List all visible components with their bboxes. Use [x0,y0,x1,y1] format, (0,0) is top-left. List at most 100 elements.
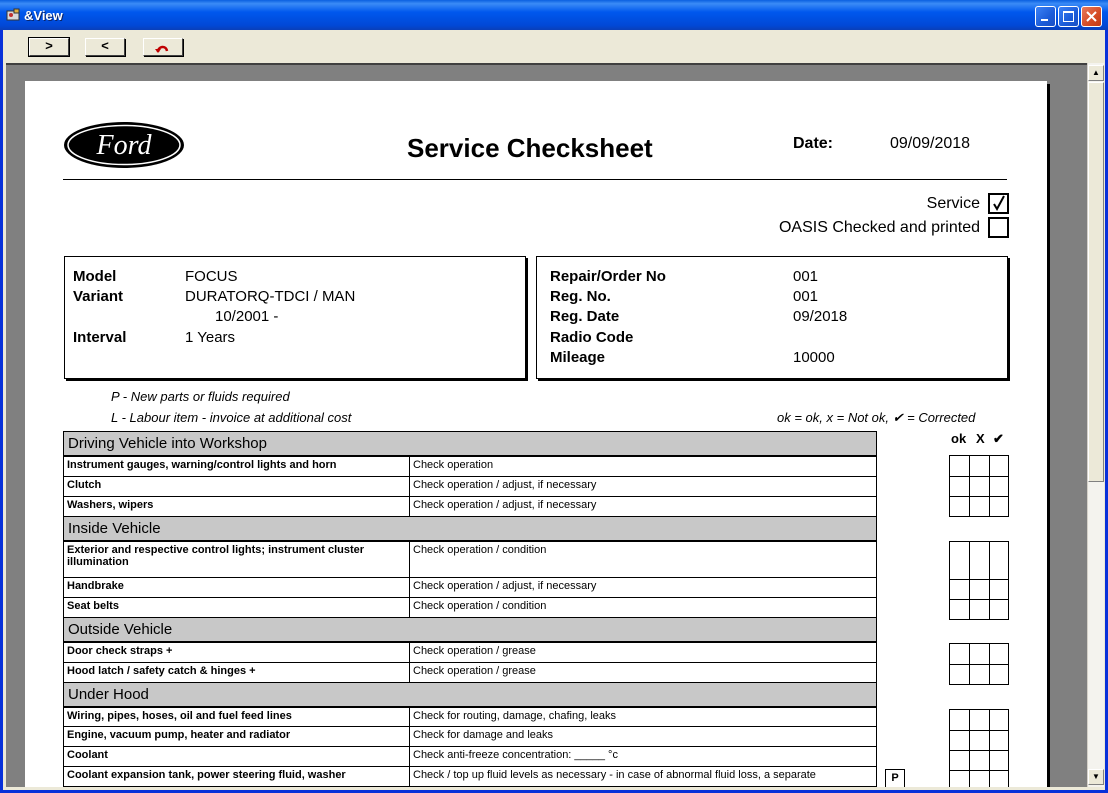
legend-parts: P - New parts or fluids required [111,389,290,404]
table-row: Instrument gauges, warning/control light… [63,455,877,477]
section-header: Under Hood [63,681,877,708]
document-page: Ford Service Checksheet Date: 09/09/2018… [25,81,1047,787]
check-action: Check for damage and leaks [409,726,877,747]
check-item: Instrument gauges, warning/control light… [63,455,410,477]
section-header: Outside Vehicle [63,617,877,643]
scroll-down-button[interactable]: ▼ [1088,769,1104,785]
close-button[interactable] [1081,6,1102,27]
window-title: &View [24,8,63,23]
reg-no-value: 001 [793,288,819,305]
svg-text:Ford: Ford [96,130,153,161]
parts-required-marker: P [885,769,905,787]
vehicle-info-box: Model FOCUS Variant DURATORQ-TDCI / MAN … [64,256,526,379]
repair-order-label: Repair/Order No [550,268,666,285]
previous-page-button[interactable]: < [85,38,125,56]
vertical-scrollbar[interactable]: ▲ ▼ [1087,63,1104,787]
maximize-button[interactable] [1058,6,1079,27]
check-item: Coolant expansion tank, power steering f… [63,766,410,787]
order-info-box: Repair/Order No 001 Reg. No. 001 Reg. Da… [536,256,1008,379]
table-row: Door check straps + Check operation / gre… [63,641,877,663]
variant-label: Variant [73,288,124,305]
legend-status: ok = ok, x = Not ok, ✔ = Corrected [777,410,976,425]
reg-date-label: Reg. Date [550,308,620,325]
app-window: &View > < Ford Service Checksheet Date: … [0,0,1108,793]
section-title: Under Hood [63,681,877,708]
document-title: Service Checksheet [407,133,653,163]
service-checkbox-row: Service [927,193,1009,214]
check-item: Door check straps + [63,641,410,663]
radio-code-label: Radio Code [550,329,634,346]
service-checkbox[interactable] [988,193,1009,214]
table-row: Coolant Check anti-freeze concentration: … [63,746,877,767]
check-item: Hood latch / safety catch & hinges + [63,661,410,683]
section-title: Inside Vehicle [63,515,877,542]
check-item: Washers, wipers [63,495,410,517]
interval-label: Interval [73,329,127,346]
header-divider [63,179,1007,180]
variant-value: DURATORQ-TDCI / MAN [185,288,356,305]
scroll-up-button[interactable]: ▲ [1088,65,1104,81]
oasis-label: OASIS Checked and printed [778,218,980,236]
variant-date: 10/2001 - [215,308,279,325]
check-action: Check anti-freeze concentration: _____ °… [409,746,877,767]
date-value: 09/09/2018 [890,135,971,152]
check-action: Check operation / condition [409,540,877,578]
check-action: Check operation / adjust, if necessary [409,577,877,598]
scroll-thumb[interactable] [1088,82,1104,482]
check-action: Check operation / adjust, if necessary [409,495,877,517]
mileage-value: 10000 [793,349,835,366]
check-action: Check / top up fluid levels as necessary… [409,766,877,787]
check-action: Check operation / grease [409,641,877,663]
title-bar[interactable]: &View [0,0,1108,30]
check-action: Check operation [409,455,877,477]
next-page-button[interactable]: > [28,37,70,57]
legend-labour: L - Labour item - invoice at additional … [111,410,352,425]
app-icon [6,8,20,21]
section-header: Driving Vehicle into Workshop [63,431,877,457]
check-item: Clutch [63,475,410,497]
check-grid[interactable] [949,643,1009,685]
checklist-table: Driving Vehicle into Workshop Instrument… [63,431,877,787]
check-action: Check for routing, damage, chafing, leak… [409,706,877,727]
section-title: Outside Vehicle [63,617,877,643]
undo-button[interactable] [143,38,183,56]
oasis-checkbox-row: OASIS Checked and printed [779,217,1009,238]
section-header: Inside Vehicle [63,515,877,542]
table-row: Washers, wipers Check operation / adjust,… [63,495,877,517]
check-grid[interactable] [949,455,1009,517]
checkmark-icon [993,195,1005,212]
table-row: Engine, vacuum pump, heater and radiator… [63,726,877,747]
table-row: Wiring, pipes, hoses, oil and fuel feed … [63,706,877,727]
ford-logo: Ford [64,122,184,168]
undo-icon [155,45,169,53]
check-grid[interactable] [949,541,1009,620]
table-row: Handbrake Check operation / adjust, if ne… [63,577,877,598]
minimize-button[interactable] [1035,6,1056,27]
check-item: Seat belts [63,597,410,618]
reg-no-label: Reg. No. [550,288,611,305]
column-x-header: X [976,431,985,446]
table-row: Seat belts Check operation / condition [63,597,877,618]
table-row: Exterior and respective control lights; … [63,540,877,578]
column-corrected-header: ✔ [993,431,1004,446]
table-row: Clutch Check operation / adjust, if neces… [63,475,877,497]
model-label: Model [73,268,117,285]
close-icon [1086,11,1097,22]
repair-order-value: 001 [793,268,819,285]
model-value: FOCUS [185,268,238,285]
date-label: Date: [793,135,834,152]
check-action: Check operation / condition [409,597,877,618]
table-row: Coolant expansion tank, power steering f… [63,766,877,787]
mileage-label: Mileage [550,349,606,366]
check-grid[interactable] [949,709,1009,787]
check-action: Check operation / adjust, if necessary [409,475,877,497]
reg-date-value: 09/2018 [793,308,848,325]
document-viewport[interactable]: Ford Service Checksheet Date: 09/09/2018… [6,63,1087,787]
section-title: Driving Vehicle into Workshop [63,431,877,457]
check-item: Handbrake [63,577,410,598]
interval-value: 1 Years [185,329,236,346]
oasis-checkbox[interactable] [988,217,1009,238]
service-label: Service [926,194,980,212]
check-item: Coolant [63,746,410,767]
table-row: Hood latch / safety catch & hinges + Chec… [63,661,877,683]
